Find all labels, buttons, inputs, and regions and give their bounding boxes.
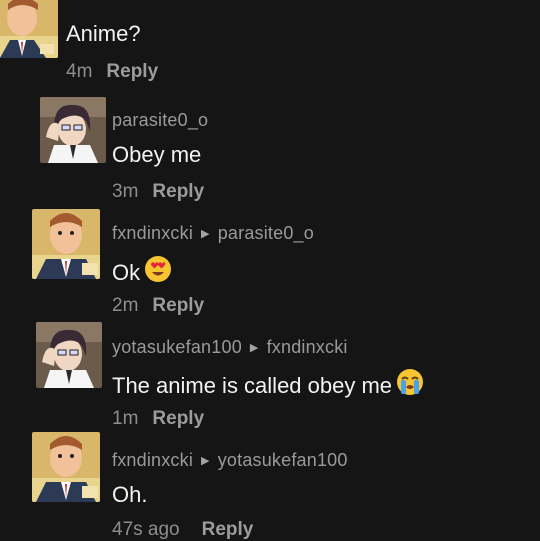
comment-text: Obey me [112,142,202,167]
comment-text-content: Ok [112,259,141,285]
comment-meta: 3m Reply [112,181,204,203]
author-name[interactable]: yotasukefan100 [112,337,242,357]
comment-author[interactable]: yotasukefan100 ▶ fxndinxcki [112,337,348,358]
reply-button[interactable]: Reply [152,181,204,202]
avatar[interactable] [32,432,100,502]
author-name[interactable]: fxndinxcki [112,450,193,470]
reply-button[interactable]: Reply [202,519,254,540]
comment-author[interactable]: fxndinxcki ▶ parasite0_o [112,223,314,244]
reply-to-name[interactable]: fxndinxcki [267,337,348,357]
reply-to-name[interactable]: parasite0_o [218,223,314,243]
comment-author[interactable]: parasite0_o [112,110,208,131]
reply-to-name[interactable]: yotasukefan100 [218,450,348,470]
avatar[interactable] [36,322,102,388]
crying-emoji-icon [396,368,424,402]
comment-timestamp: 3m [112,181,139,202]
author-name[interactable]: parasite0_o [112,110,208,130]
comment-text: Oh. [112,482,148,507]
comment-text-content: The anime is called obey me [112,372,393,398]
comment-meta: 4m Reply [66,61,158,83]
comment-meta: 2m Reply [112,295,204,317]
reply-button[interactable]: Reply [152,408,204,429]
comment-timestamp: 2m [112,295,139,316]
avatar[interactable] [0,0,58,58]
avatar[interactable] [32,209,100,279]
comment-text: Ok [112,255,172,291]
comment-timestamp: 47s ago [112,519,180,540]
heart-eyes-emoji-icon [144,255,172,289]
comment-timestamp: 4m [66,61,93,82]
comment-timestamp: 1m [112,408,139,429]
reply-arrow-icon: ▶ [249,342,259,354]
reply-button[interactable]: Reply [106,61,158,82]
reply-button[interactable]: Reply [152,295,204,316]
comment-text: Anime? [66,21,141,46]
comment-meta: 1m Reply [112,408,204,430]
author-name[interactable]: fxndinxcki [112,223,193,243]
comment-text: The anime is called obey me [112,368,424,404]
comment-author[interactable]: fxndinxcki ▶ yotasukefan100 [112,450,348,471]
comment-meta: 47s ago Reply [112,519,253,541]
reply-arrow-icon: ▶ [201,455,210,467]
reply-arrow-icon: ▶ [201,228,210,240]
avatar[interactable] [40,97,106,163]
